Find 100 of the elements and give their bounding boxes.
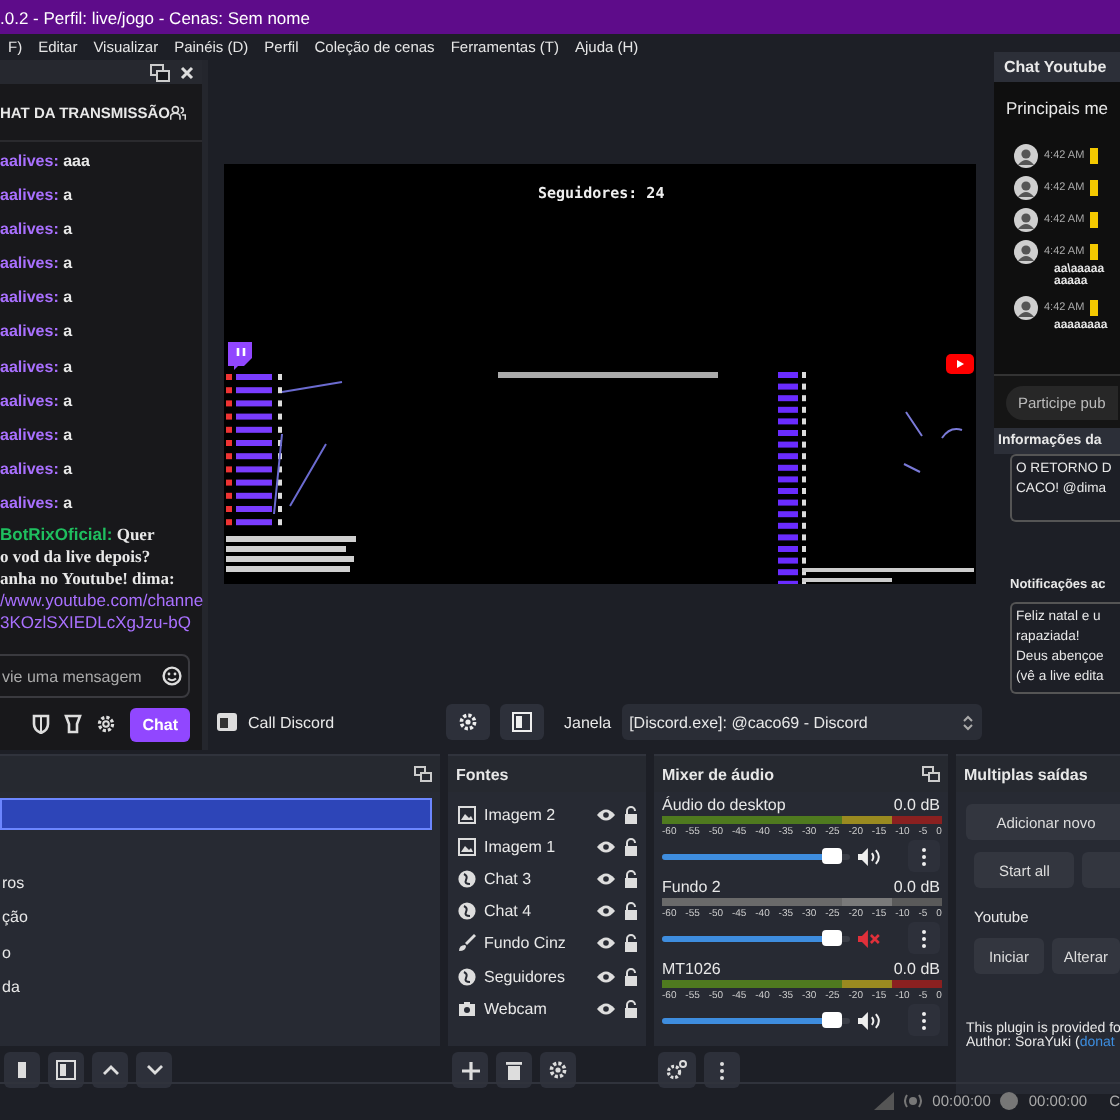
volume-slider[interactable] xyxy=(662,853,851,859)
volume-reading: 0.0 dB xyxy=(893,878,940,896)
users-icon[interactable] xyxy=(170,101,186,123)
twitch-logo-icon xyxy=(226,340,254,370)
source-name[interactable]: Fundo Cinz xyxy=(484,934,588,953)
dock-title: Multiplas saídas xyxy=(964,765,1088,783)
camera-icon xyxy=(458,999,476,1018)
window-dropdown[interactable]: [Discord.exe]: @caco69 - Discord xyxy=(621,704,982,740)
updown-icon xyxy=(962,713,974,731)
dock-tab[interactable]: Chat Youtube xyxy=(994,52,1120,82)
window-capture-icon xyxy=(216,712,238,732)
eye-icon[interactable] xyxy=(596,904,616,919)
eye-icon[interactable] xyxy=(596,871,616,886)
source-name[interactable]: Seguidores xyxy=(484,967,588,986)
source-name[interactable]: Imagem 1 xyxy=(484,837,588,856)
gift-icon[interactable] xyxy=(64,714,83,734)
delete-button[interactable] xyxy=(4,1052,40,1088)
source-name[interactable]: Chat 3 xyxy=(484,869,588,888)
more-button[interactable] xyxy=(908,922,940,954)
chat-message: aalives: a xyxy=(0,320,75,345)
window-title: .0.2 - Perfil: live/jogo - Cenas: Sem nome xyxy=(0,7,310,27)
trash-icon xyxy=(506,1060,522,1080)
lock-icon[interactable] xyxy=(624,934,638,953)
avatar-icon xyxy=(1014,208,1038,232)
source-name: Call Discord xyxy=(248,713,337,731)
move-up-button[interactable] xyxy=(92,1052,128,1088)
emoji-icon[interactable] xyxy=(162,666,182,686)
source-name[interactable]: Imagem 2 xyxy=(484,805,588,824)
eye-icon[interactable] xyxy=(596,969,616,984)
advanced-audio-button[interactable] xyxy=(658,1052,696,1088)
chevron-down-icon xyxy=(145,1064,163,1076)
eye-icon[interactable] xyxy=(596,936,616,951)
chat-message: aalives: a xyxy=(0,218,75,243)
image-icon xyxy=(458,805,476,824)
globe-icon xyxy=(458,902,476,921)
filters-button[interactable] xyxy=(500,704,544,740)
more-button[interactable] xyxy=(908,1004,940,1036)
message-input[interactable]: vie uma mensagem xyxy=(0,654,190,698)
volume-reading: 0.0 dB xyxy=(893,960,940,978)
more-icon xyxy=(922,1011,927,1029)
avatar-icon xyxy=(1014,176,1038,200)
scene-item[interactable] xyxy=(0,798,432,830)
avatar-icon xyxy=(1014,240,1038,264)
chat-message: BotRixOficial: Quer o vod da live depois? anha no Youtube! dima: /www.youtube.com/channe 3KOzlSXIEDLcXgJzu-bQ xyxy=(0,524,204,635)
chat-message: aalives: a xyxy=(0,355,75,380)
properties-button[interactable] xyxy=(540,1052,576,1088)
lock-icon[interactable] xyxy=(624,869,638,888)
speaker-muted-icon[interactable] xyxy=(858,929,881,947)
lock-icon[interactable] xyxy=(624,837,638,856)
filters-button[interactable] xyxy=(48,1052,84,1088)
scene-item[interactable]: da xyxy=(0,970,440,1005)
shield-icon[interactable] xyxy=(32,714,51,734)
popout-icon[interactable] xyxy=(922,766,940,782)
window-label: Janela xyxy=(564,713,612,731)
scene-item[interactable]: ção xyxy=(0,900,440,935)
popout-icon[interactable] xyxy=(150,63,170,81)
settings-icon xyxy=(458,712,478,732)
lock-icon[interactable] xyxy=(624,999,638,1018)
delete-button[interactable] xyxy=(496,1052,532,1088)
chat-message: aalives: a xyxy=(0,457,75,482)
close-icon[interactable] xyxy=(180,65,194,79)
badge-icon xyxy=(1090,300,1099,316)
properties-button[interactable] xyxy=(446,704,490,740)
chat-link[interactable]: /www.youtube.com/channe 3KOzlSXIEDLcXgJzu-bQ xyxy=(0,590,204,635)
source-name[interactable]: Chat 4 xyxy=(484,902,588,921)
speaker-icon[interactable] xyxy=(858,847,881,865)
globe-icon xyxy=(458,869,476,888)
chat-button[interactable]: Chat xyxy=(130,707,190,741)
volume-slider[interactable] xyxy=(662,935,851,941)
chat-filter-dropdown[interactable]: Principais me xyxy=(994,82,1120,134)
volume-reading: 0.0 dB xyxy=(893,796,940,814)
settings-icon[interactable] xyxy=(96,714,117,734)
eye-icon[interactable] xyxy=(596,839,616,854)
lock-icon[interactable] xyxy=(624,967,638,986)
chat-message: aalives: a xyxy=(0,491,75,516)
dock-title: Fontes xyxy=(456,765,509,783)
youtube-logo-icon xyxy=(946,354,974,374)
popout-icon[interactable] xyxy=(414,766,432,782)
more-button[interactable] xyxy=(704,1052,740,1088)
chat-message: aalives: a xyxy=(0,423,75,448)
scene-item[interactable]: ros xyxy=(0,865,440,900)
lock-icon[interactable] xyxy=(624,805,638,824)
scene-item[interactable]: o xyxy=(0,935,440,970)
move-down-button[interactable] xyxy=(136,1052,172,1088)
settings-icon xyxy=(666,1060,688,1080)
volume-slider[interactable] xyxy=(662,1017,851,1023)
brush-icon xyxy=(458,934,476,953)
stream-icon xyxy=(904,1093,923,1107)
add-button[interactable] xyxy=(452,1052,488,1088)
channel-name: Áudio do desktop xyxy=(662,796,786,814)
eye-icon[interactable] xyxy=(596,807,616,822)
chat-message: aalives: a xyxy=(0,184,75,209)
chat-message: aalives: a xyxy=(0,286,75,311)
more-button[interactable] xyxy=(908,840,940,872)
channel-name: MT1026 xyxy=(662,960,721,978)
lock-icon[interactable] xyxy=(624,902,638,921)
more-icon xyxy=(922,929,927,947)
speaker-icon[interactable] xyxy=(858,1011,881,1029)
eye-icon[interactable] xyxy=(596,1001,616,1016)
source-name[interactable]: Webcam xyxy=(484,999,588,1018)
